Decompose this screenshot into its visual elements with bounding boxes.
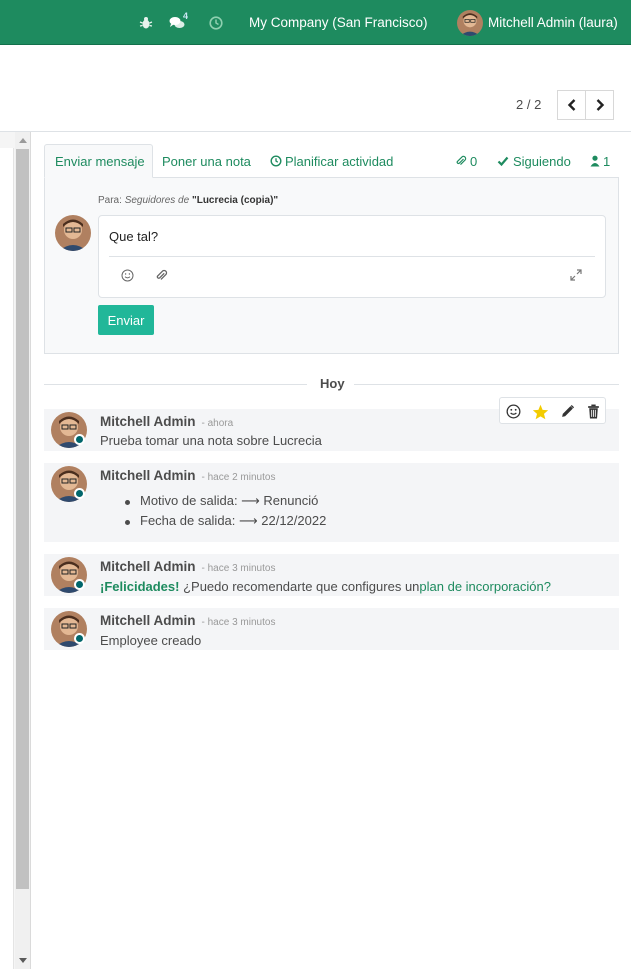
debug-bug-icon[interactable]: [139, 0, 153, 45]
congrats-text: ¡Felicidades!: [100, 579, 180, 594]
chat-count-badge: 4: [183, 11, 189, 21]
tab-schedule-activity[interactable]: Planificar actividad: [270, 144, 393, 178]
tracking-value-reason: Motivo de salida: ⟶ Renunció: [124, 493, 319, 508]
author-name[interactable]: Mitchell Admin: [100, 468, 196, 483]
message-body: ¡Felicidades! ¿Puedo recomendarte que co…: [100, 579, 551, 594]
activity-clock-icon[interactable]: [209, 0, 225, 45]
edit-pencil-icon[interactable]: [558, 403, 576, 420]
message-date: - ahora: [201, 418, 234, 429]
form-view-area: [0, 132, 31, 969]
clock-icon: [270, 155, 282, 167]
message-date: - hace 3 minutos: [201, 563, 276, 574]
message-author: Mitchell Admin - hace 3 minutos: [100, 559, 275, 574]
scroll-down-arrow-icon[interactable]: [19, 958, 27, 963]
user-avatar[interactable]: [457, 10, 483, 36]
composer-textarea[interactable]: Que tal?: [109, 229, 158, 244]
company-switcher[interactable]: My Company (San Francisco): [249, 0, 428, 45]
star-icon[interactable]: [531, 403, 549, 420]
message-actions-toolbar: [499, 397, 606, 424]
to-followers-label: Seguidores de: [124, 195, 190, 206]
composer-input-box[interactable]: Que tal?: [98, 215, 606, 298]
top-navbar: 4 My Company (San Francisco) Mitchell Ad…: [0, 0, 631, 45]
online-status-icon: [74, 488, 85, 499]
composer-divider: [109, 256, 595, 257]
message-author: Mitchell Admin - hace 2 minutos: [100, 468, 275, 483]
delete-trash-icon[interactable]: [584, 403, 602, 420]
emoji-icon[interactable]: [119, 267, 135, 283]
body-text: ¿Puedo recomendarte que configures un: [179, 579, 420, 594]
add-reaction-icon[interactable]: [504, 403, 522, 420]
author-name[interactable]: Mitchell Admin: [100, 414, 196, 429]
check-icon: [497, 156, 509, 167]
recipients-line: Para: Seguidores de "Lucrecia (copia)": [98, 195, 278, 206]
online-status-icon: [74, 633, 85, 644]
messaging-menu[interactable]: 4: [169, 0, 195, 45]
tab-log-note[interactable]: Poner una nota: [162, 144, 251, 178]
separator-line-left: [44, 384, 307, 385]
following-button[interactable]: Siguiendo: [497, 144, 571, 178]
message-item[interactable]: Mitchell Admin - hace 3 minutos Employee …: [44, 608, 619, 650]
date-separator: Hoy: [44, 376, 619, 392]
followers-button[interactable]: 1: [590, 144, 610, 178]
online-status-icon: [74, 579, 85, 590]
followers-count: 1: [603, 153, 611, 169]
to-label: Para:: [98, 195, 122, 206]
paperclip-icon: [456, 155, 467, 166]
author-name[interactable]: Mitchell Admin: [100, 613, 196, 628]
attach-paperclip-icon[interactable]: [153, 267, 169, 283]
onboarding-plan-link[interactable]: plan de incorporación?: [419, 579, 551, 594]
tracking-value-date: Fecha de salida: ⟶ 22/12/2022: [124, 513, 327, 528]
send-button[interactable]: Enviar: [98, 305, 154, 335]
message-author: Mitchell Admin - hace 3 minutos: [100, 613, 275, 628]
chatter-topbar: Enviar mensaje Poner una nota Planificar…: [44, 144, 619, 178]
expand-icon[interactable]: [568, 267, 584, 283]
message-date: - hace 2 minutos: [201, 472, 276, 483]
tab-send-message[interactable]: Enviar mensaje: [44, 144, 153, 178]
pager-value[interactable]: 2 / 2: [516, 97, 541, 112]
message-composer: Para: Seguidores de "Lucrecia (copia)" Q…: [44, 177, 619, 354]
online-status-icon: [74, 434, 85, 445]
attachments-button[interactable]: 0: [455, 144, 477, 178]
to-record-name: "Lucrecia (copia)": [191, 195, 279, 206]
message-item[interactable]: Mitchell Admin - hace 2 minutos Motivo de…: [44, 463, 619, 542]
user-icon: [590, 155, 600, 167]
message-date: - hace 3 minutos: [201, 617, 276, 628]
scroll-up-arrow-icon[interactable]: [19, 138, 27, 143]
date-label: Hoy: [320, 376, 345, 391]
control-panel-divider: [0, 131, 631, 132]
chevron-right-icon: [596, 99, 604, 111]
message-author: Mitchell Admin - ahora: [100, 414, 233, 429]
composer-avatar: [55, 215, 91, 251]
form-sheet: [0, 148, 14, 969]
schedule-activity-label: Planificar actividad: [285, 153, 394, 169]
pager-next-button[interactable]: [585, 90, 614, 120]
separator-line-right: [354, 384, 619, 385]
scrollbar-thumb[interactable]: [16, 149, 29, 889]
message-item[interactable]: Mitchell Admin - hace 3 minutos ¡Felicida…: [44, 554, 619, 596]
message-body: Prueba tomar una nota sobre Lucrecia: [100, 433, 322, 448]
vertical-scrollbar[interactable]: [15, 132, 30, 969]
attachments-count: 0: [470, 153, 478, 169]
following-label: Siguiendo: [513, 153, 571, 169]
pager-previous-button[interactable]: [557, 90, 586, 120]
author-name[interactable]: Mitchell Admin: [100, 559, 196, 574]
chevron-left-icon: [567, 99, 575, 111]
message-body: Employee creado: [100, 633, 202, 648]
user-menu-name[interactable]: Mitchell Admin (laura): [488, 0, 618, 45]
